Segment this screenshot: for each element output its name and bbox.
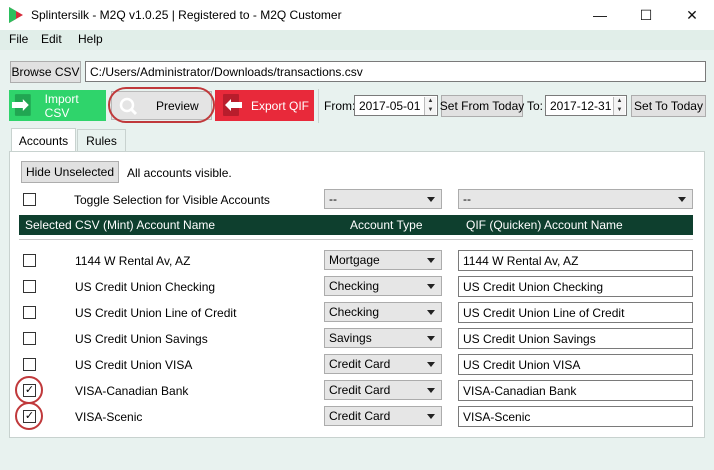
row-account-type-value: Mortgage [329,253,380,267]
from-date-spinner[interactable]: ▲ ▼ [424,97,436,115]
row-account-type-select[interactable]: Credit Card [324,406,442,426]
row-account-type-select[interactable]: Credit Card [324,354,442,374]
export-icon [223,94,242,116]
hide-unselected-button[interactable]: Hide Unselected [21,161,119,183]
import-csv-label: Import CSV [44,91,79,120]
chevron-down-icon [678,197,686,202]
row-account-type-select[interactable]: Checking [324,302,442,322]
chevron-down-icon [427,310,435,315]
bulk-qif-account-select[interactable]: -- [458,189,693,209]
chevron-down-icon [427,388,435,393]
export-qif-button[interactable]: Export QIF [215,90,314,121]
bulk-account-type-value: -- [329,192,337,206]
row-account-type-select[interactable]: Savings [324,328,442,348]
row-account-type-select[interactable]: Credit Card [324,380,442,400]
column-header-csv-name: CSV (Mint) Account Name [75,218,216,232]
row-select-checkbox[interactable] [23,280,36,293]
row-qif-account-field[interactable]: VISA-Scenic [458,406,693,427]
menu-bar [0,30,714,50]
close-window-button[interactable]: ✕ [669,0,714,30]
toolbar-divider [318,89,319,123]
maximize-button[interactable]: ☐ [623,0,669,30]
row-account-type-select[interactable]: Mortgage [324,250,442,270]
from-date-field[interactable]: 2017-05-01 ▲ ▼ [354,95,438,116]
bulk-qif-account-value: -- [463,192,471,206]
row-select-checkbox[interactable] [23,332,36,345]
chevron-down-icon [427,197,435,202]
row-account-type-value: Credit Card [329,383,391,397]
row-account-type-value: Credit Card [329,409,391,423]
row-account-type-value: Savings [329,331,372,345]
column-header-qif-name: QIF (Quicken) Account Name [466,218,623,232]
menu-file[interactable]: File [9,32,28,46]
column-header-account-type: Account Type [350,218,423,232]
header-divider [19,239,693,240]
to-date-value: 2017-12-31 [550,98,612,113]
row-select-checkbox[interactable] [23,358,36,371]
row-select-checkbox[interactable] [23,254,36,267]
row-select-checkbox[interactable] [23,306,36,319]
row-qif-account-field[interactable]: US Credit Union VISA [458,354,693,375]
preview-highlight-ring [108,87,215,123]
maximize-icon: ☐ [639,6,653,23]
row-account-type-value: Checking [329,305,380,319]
row-csv-account-name: VISA-Scenic [75,410,143,424]
chevron-down-icon [427,284,435,289]
row-csv-account-name: 1144 W Rental Av, AZ [75,254,191,268]
chevron-down-icon [427,362,435,367]
browse-csv-button[interactable]: Browse CSV [10,61,81,83]
menu-help[interactable]: Help [78,32,103,46]
to-label: To: [527,99,544,113]
import-icon [11,94,31,116]
row-csv-account-name: VISA-Canadian Bank [75,384,189,398]
chevron-down-icon [427,336,435,341]
row-qif-account-field[interactable]: US Credit Union Savings [458,328,693,349]
row-account-type-select[interactable]: Checking [324,276,442,296]
to-date-field[interactable]: 2017-12-31 ▲ ▼ [545,95,627,116]
from-date-value: 2017-05-01 [359,98,421,113]
chevron-down-icon [427,258,435,263]
minimize-button[interactable]: — [577,0,623,30]
row-account-type-value: Credit Card [329,357,391,371]
row-account-type-value: Checking [329,279,380,293]
app-logo-icon [9,7,23,23]
checkbox-highlight-ring [15,376,43,404]
from-label: From: [324,99,356,113]
bulk-account-type-select[interactable]: -- [324,189,442,209]
row-csv-account-name: US Credit Union Checking [75,280,216,294]
to-date-spinner[interactable]: ▲ ▼ [613,97,625,115]
row-qif-account-field[interactable]: US Credit Union Line of Credit [458,302,693,323]
set-from-today-button[interactable]: Set From Today [440,95,524,117]
row-csv-account-name: US Credit Union Line of Credit [75,306,237,320]
visibility-status: All accounts visible. [127,166,232,180]
row-csv-account-name: US Credit Union Savings [75,332,208,346]
import-csv-button[interactable]: Import CSV [9,90,106,121]
toggle-selection-label: Toggle Selection for Visible Accounts [74,193,270,207]
row-qif-account-field[interactable]: 1144 W Rental Av, AZ [458,250,693,271]
toggle-all-checkbox[interactable] [23,193,36,206]
row-qif-account-field[interactable]: US Credit Union Checking [458,276,693,297]
close-icon: ✕ [686,6,698,23]
export-qif-label: Export QIF [251,98,310,113]
tab-rules[interactable]: Rules [77,129,126,151]
tab-accounts[interactable]: Accounts [11,128,76,152]
checkbox-highlight-ring [15,402,43,430]
menu-edit[interactable]: Edit [41,32,62,46]
csv-path-field[interactable]: C:/Users/Administrator/Downloads/transac… [85,61,706,82]
window-title: Splintersilk - M2Q v1.0.25 | Registered … [31,8,342,22]
set-to-today-button[interactable]: Set To Today [631,95,706,117]
chevron-down-icon [427,414,435,419]
row-csv-account-name: US Credit Union VISA [75,358,193,372]
row-qif-account-field[interactable]: VISA-Canadian Bank [458,380,693,401]
minimize-icon: — [593,7,607,23]
column-header-selected: Selected [25,218,72,232]
